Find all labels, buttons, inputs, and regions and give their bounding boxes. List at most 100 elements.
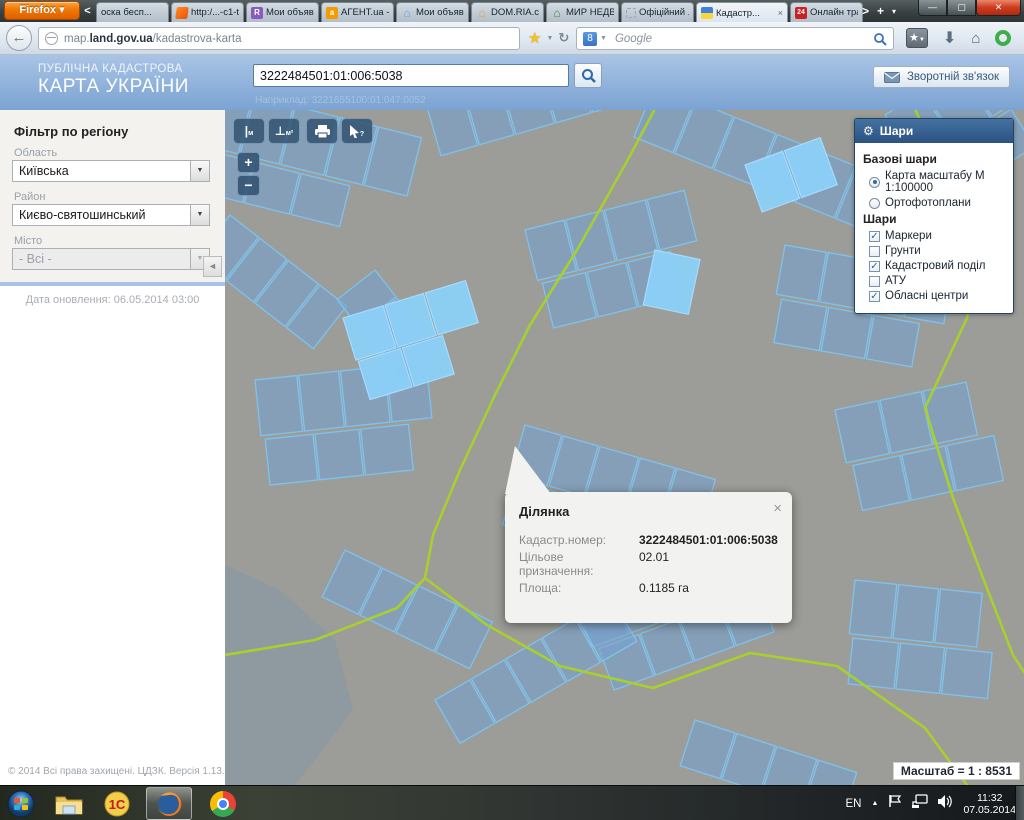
row-label: Площа: xyxy=(519,581,639,595)
tab-strip: оска бесп... http:/...-c1-t5 RМои объяв.… xyxy=(96,2,865,22)
option-label: Ортофотоплани xyxy=(885,197,971,209)
back-button[interactable]: ← xyxy=(6,25,32,51)
show-desktop-button[interactable] xyxy=(1015,786,1024,820)
house-icon: ⌂ xyxy=(551,7,563,19)
parcel-info-popup: Ділянка × Кадастр.номер:3222484501:01:00… xyxy=(505,492,792,623)
chevron-down-icon[interactable]: ▼ xyxy=(190,161,209,181)
base-layer-option[interactable]: Ортофотоплани xyxy=(869,197,1005,209)
dropdown-icon[interactable]: ▼ xyxy=(546,35,553,42)
layer-option[interactable]: ✓Маркери xyxy=(869,230,1005,242)
downloads-icon[interactable]: ⬇ xyxy=(943,28,956,48)
chevron-down-icon[interactable]: ▼ xyxy=(190,205,209,225)
tab-close-icon[interactable]: × xyxy=(778,8,783,18)
action-center-flag-icon[interactable] xyxy=(888,794,902,813)
checkbox-checked-icon[interactable]: ✓ xyxy=(869,291,880,302)
tab[interactable]: оска бесп... xyxy=(96,2,169,22)
feedback-button[interactable]: Зворотній зв'язок xyxy=(873,66,1010,88)
cadastral-search-button[interactable] xyxy=(574,63,602,88)
identify-button[interactable]: ? xyxy=(341,118,373,144)
popup-row: Кадастр.номер:3222484501:01:006:5038 xyxy=(519,533,778,547)
language-indicator[interactable]: EN xyxy=(846,798,862,810)
house-icon: ⌂ xyxy=(401,7,413,19)
tab-scroll-left-button[interactable]: < xyxy=(80,2,95,21)
misto-value: - Всі - xyxy=(13,252,190,266)
checkbox-icon[interactable] xyxy=(869,276,880,287)
1c-taskbar-button[interactable]: 1С xyxy=(100,788,134,819)
list-tabs-button[interactable]: ▾ xyxy=(892,7,896,18)
checkbox-checked-icon[interactable]: ✓ xyxy=(869,261,880,272)
checkbox-checked-icon[interactable]: ✓ xyxy=(869,231,880,242)
reload-icon[interactable]: ↻ xyxy=(558,30,569,46)
search-icon xyxy=(581,68,596,83)
zoom-out-button[interactable]: − xyxy=(237,175,260,196)
site-icon: a xyxy=(326,7,338,19)
search-engine-dropdown-icon[interactable]: ▼ xyxy=(600,35,607,42)
tab-scroll-right-button[interactable]: > xyxy=(862,4,869,18)
map-tools-toolbar: ? xyxy=(306,118,373,144)
maximize-button[interactable]: ▢ xyxy=(947,0,976,16)
measure-length-label: м xyxy=(248,130,253,137)
cadastral-map[interactable]: |м ⊥м² ? + − ⚙ Шари Базові шари Карта ма… xyxy=(225,110,1024,785)
checkbox-icon[interactable] xyxy=(869,246,880,257)
layer-option[interactable]: Грунти xyxy=(869,245,1005,257)
folder-icon xyxy=(55,793,83,815)
tab[interactable]: http:/...-c1-t5 xyxy=(171,2,244,22)
base-layer-option[interactable]: Карта масштабу М 1:100000 xyxy=(869,170,1005,194)
tab[interactable]: ⌂DOM.RIA.c... xyxy=(471,2,544,22)
layer-option[interactable]: АТУ xyxy=(869,275,1005,287)
tab[interactable]: RМои объяв... xyxy=(246,2,319,22)
sidebar-collapse-button[interactable]: ◄ xyxy=(203,256,222,277)
tab[interactable]: ⌂Мои объяв... xyxy=(396,2,469,22)
measure-length-button[interactable]: |м xyxy=(233,118,265,144)
tab[interactable]: Офіційний ... xyxy=(621,2,694,22)
tab[interactable]: 24Онлайн тра... xyxy=(790,2,863,22)
firefox-menu-button[interactable]: Firefox ▾ xyxy=(4,1,80,20)
oblast-select[interactable]: Київська ▼ xyxy=(12,160,210,182)
search-engine-icon[interactable]: 8 xyxy=(583,32,597,46)
raion-select[interactable]: Києво-святошинський ▼ xyxy=(12,204,210,226)
close-button[interactable]: ✕ xyxy=(976,0,1021,16)
start-button[interactable] xyxy=(4,788,38,819)
layer-option[interactable]: ✓Кадастровий поділ xyxy=(869,260,1005,272)
url-bar[interactable]: map.land.gov.ua/kadastrova-karta xyxy=(38,27,520,50)
addon-icon[interactable] xyxy=(995,30,1011,46)
system-tray: EN ▲ 11:32 07.05.2014 xyxy=(846,786,1016,820)
tab-title: Мои объяв... xyxy=(416,7,464,18)
tab-title: Офіційний ... xyxy=(639,7,689,18)
cadastral-number-value: 3222484501:01:006:5038 xyxy=(639,533,778,547)
volume-icon[interactable] xyxy=(938,795,953,813)
search-icon[interactable] xyxy=(873,32,887,46)
tab-title: Мои объяв... xyxy=(266,7,314,18)
house-icon: ⌂ xyxy=(476,7,488,19)
network-icon[interactable] xyxy=(912,794,928,813)
close-icon[interactable]: × xyxy=(773,500,782,517)
tab-title: http:/...-c1-t5 xyxy=(191,7,239,18)
firefox-taskbar-button[interactable] xyxy=(152,788,186,819)
oblast-label: Область xyxy=(14,147,57,159)
print-button[interactable] xyxy=(306,118,338,144)
clock[interactable]: 11:32 07.05.2014 xyxy=(963,792,1016,816)
tab[interactable]: aАГЕНТ.ua - ... xyxy=(321,2,394,22)
chrome-taskbar-button[interactable] xyxy=(206,788,240,819)
bookmarks-menu-button[interactable]: ★▼ xyxy=(906,28,928,48)
search-bar[interactable]: 8 ▼ Google xyxy=(576,27,894,50)
radio-icon[interactable] xyxy=(869,198,880,209)
layers-panel-header[interactable]: ⚙ Шари xyxy=(855,119,1013,143)
tab[interactable]: ⌂МИР НЕДВ... xyxy=(546,2,619,22)
globe-icon xyxy=(45,32,58,45)
home-icon[interactable]: ⌂ xyxy=(971,30,980,47)
tray-expand-icon[interactable]: ▲ xyxy=(872,800,879,807)
cadastral-number-input[interactable] xyxy=(253,64,569,87)
layer-option[interactable]: ✓Обласні центри xyxy=(869,290,1005,302)
tab-active-kadastrova[interactable]: Кадастр...× xyxy=(696,2,788,23)
minimize-button[interactable]: — xyxy=(918,0,947,16)
search-placeholder: Google xyxy=(615,33,873,45)
radio-selected-icon[interactable] xyxy=(869,177,880,188)
explorer-taskbar-button[interactable] xyxy=(52,788,86,819)
bookmark-star-icon[interactable]: ★ xyxy=(528,29,541,47)
measure-area-button[interactable]: ⊥м² xyxy=(268,118,300,144)
new-tab-button[interactable]: + xyxy=(877,4,884,18)
raion-value: Києво-святошинський xyxy=(13,208,190,222)
zoom-in-button[interactable]: + xyxy=(237,152,260,173)
1c-icon: 1С xyxy=(104,791,130,817)
